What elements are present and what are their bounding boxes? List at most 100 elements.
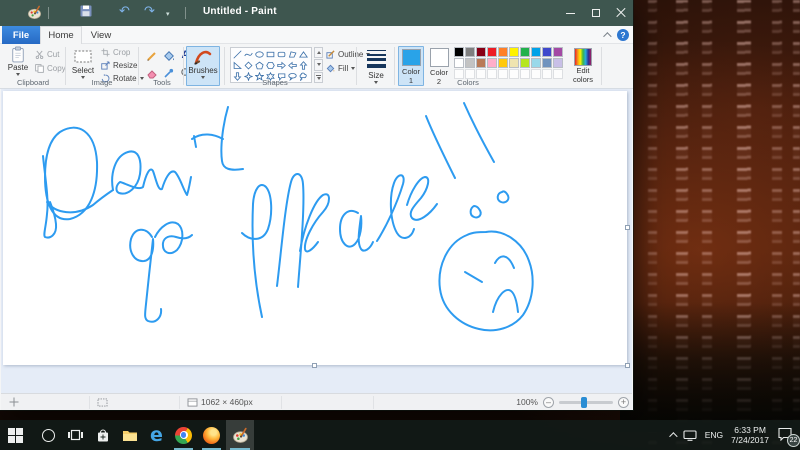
shape-line-icon[interactable] — [232, 49, 242, 59]
crop-button[interactable]: Crop — [101, 47, 130, 58]
tab-file[interactable]: File — [2, 26, 40, 44]
canvas-resize-handle-right[interactable] — [625, 225, 630, 230]
palette-swatch[interactable] — [531, 47, 541, 57]
action-center-button[interactable]: 22 — [777, 426, 800, 447]
paste-icon — [12, 46, 24, 63]
tray-expand-icon[interactable] — [668, 432, 678, 441]
search-button[interactable] — [35, 420, 62, 450]
shape-hexagon-icon[interactable] — [265, 60, 275, 70]
chrome-button[interactable] — [170, 420, 197, 450]
tab-view[interactable]: View — [82, 26, 120, 44]
palette-swatch[interactable] — [476, 58, 486, 68]
palette-swatch[interactable] — [542, 58, 552, 68]
shape-triangle-icon[interactable] — [298, 49, 308, 59]
clock-time: 6:33 PM — [734, 425, 766, 435]
palette-swatch[interactable] — [465, 47, 475, 57]
cut-button[interactable]: Cut — [35, 49, 59, 60]
zoom-slider[interactable] — [559, 396, 613, 408]
palette-swatch[interactable] — [465, 58, 475, 68]
select-icon — [74, 50, 92, 63]
edit-colors-icon — [574, 48, 592, 66]
zoom-level-text: 100% — [516, 397, 538, 407]
palette-swatch[interactable] — [509, 58, 519, 68]
palette-swatch[interactable] — [531, 58, 541, 68]
collapse-ribbon-icon[interactable] — [603, 32, 612, 41]
canvas-size-indicator: 1062 × 460px — [187, 394, 253, 410]
clock[interactable]: 6:33 PM 7/24/2017 — [731, 425, 769, 445]
group-label-shapes: Shapes — [262, 78, 288, 87]
zoom-out-button[interactable]: – — [543, 396, 554, 408]
size-button[interactable]: Size — [360, 46, 392, 86]
undo-icon[interactable]: ↶ — [119, 5, 130, 18]
palette-swatch[interactable] — [498, 47, 508, 57]
canvas-resize-handle-bottom[interactable] — [312, 363, 317, 368]
redo-icon[interactable]: ↷ — [144, 5, 155, 18]
system-tray: ENG 6:33 PM 7/24/2017 22 — [668, 420, 800, 450]
palette-swatch[interactable] — [509, 47, 519, 57]
palette-swatch[interactable] — [542, 47, 552, 57]
palette-swatch[interactable] — [487, 58, 497, 68]
paste-dropdown-icon — [16, 73, 20, 76]
paint-taskbar-button[interactable] — [226, 420, 254, 450]
maximize-button[interactable] — [583, 0, 608, 26]
titlebar[interactable]: ↶ ↷ ▾ Untitled - Paint — [0, 0, 633, 26]
qat-separator — [48, 7, 49, 19]
resize-button[interactable]: Resize — [101, 60, 137, 71]
store-button[interactable] — [89, 420, 116, 450]
shapes-scroll-down-icon[interactable] — [314, 59, 323, 71]
palette-swatch[interactable] — [553, 47, 563, 57]
shape-polygon-icon[interactable] — [287, 49, 297, 59]
notification-badge: 22 — [787, 434, 800, 447]
fill-button[interactable]: Fill — [326, 63, 356, 74]
fill-tool-icon[interactable] — [161, 48, 176, 63]
shape-curve-icon[interactable] — [243, 49, 253, 59]
close-button[interactable] — [608, 0, 633, 26]
palette-swatch[interactable] — [454, 47, 464, 57]
palette-swatch[interactable] — [454, 58, 464, 68]
shape-pentagon-icon[interactable] — [254, 60, 264, 70]
palette-swatch[interactable] — [487, 47, 497, 57]
firefox-button[interactable] — [198, 420, 225, 450]
shape-arrow-left-icon[interactable] — [287, 60, 297, 70]
save-icon[interactable] — [80, 5, 92, 17]
palette-swatch-empty[interactable] — [542, 69, 552, 79]
shape-right-triangle-icon[interactable] — [232, 60, 242, 70]
fill-dropdown-icon — [351, 67, 356, 70]
help-icon[interactable]: ? — [617, 29, 629, 41]
start-button[interactable] — [2, 420, 29, 450]
edge-button[interactable]: e — [143, 420, 170, 450]
group-label-clipboard: Clipboard — [16, 78, 50, 87]
palette-swatch[interactable] — [553, 58, 563, 68]
canvas-resize-handle-corner[interactable] — [625, 363, 630, 368]
shape-arrow-up-icon[interactable] — [298, 60, 308, 70]
file-explorer-button[interactable] — [116, 420, 143, 450]
group-tools: A Tools — [140, 44, 191, 88]
palette-swatch[interactable] — [520, 47, 530, 57]
drawing-canvas[interactable] — [3, 91, 630, 368]
palette-swatch[interactable] — [498, 58, 508, 68]
shape-oval-icon[interactable] — [254, 49, 264, 59]
brushes-button[interactable]: Brushes — [186, 46, 220, 86]
minimize-button[interactable] — [558, 0, 583, 26]
shape-rounded-rectangle-icon[interactable] — [276, 49, 286, 59]
zoom-slider-thumb[interactable] — [581, 396, 587, 408]
task-view-button[interactable] — [62, 420, 89, 450]
shape-rectangle-icon[interactable] — [265, 49, 275, 59]
tab-home[interactable]: Home — [40, 26, 82, 44]
paint-icon — [232, 427, 248, 443]
shapes-scroll-up-icon[interactable] — [314, 47, 323, 59]
shape-diamond-icon[interactable] — [243, 60, 253, 70]
edit-colors-button[interactable]: Edit colors — [568, 46, 598, 86]
canvas-size-icon — [187, 397, 198, 407]
palette-swatch-empty[interactable] — [553, 69, 563, 79]
windows-logo-icon — [8, 427, 23, 443]
zoom-in-button[interactable]: + — [618, 396, 629, 408]
network-icon[interactable] — [683, 429, 697, 441]
copy-button[interactable]: Copy — [35, 63, 66, 74]
palette-swatch[interactable] — [520, 58, 530, 68]
shape-arrow-right-icon[interactable] — [276, 60, 286, 70]
qat-dropdown-icon[interactable]: ▾ — [166, 10, 170, 18]
pencil-tool-icon[interactable] — [144, 48, 159, 63]
palette-swatch[interactable] — [476, 47, 486, 57]
language-indicator[interactable]: ENG — [705, 430, 723, 440]
